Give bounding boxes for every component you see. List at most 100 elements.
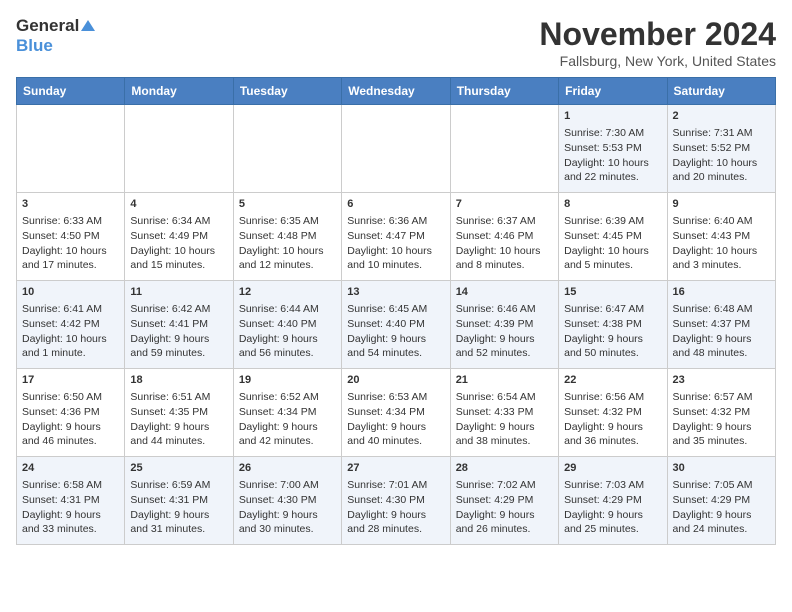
location: Fallsburg, New York, United States <box>539 53 776 69</box>
sunset-text: Sunset: 4:35 PM <box>130 405 227 420</box>
day-number: 20 <box>347 373 444 388</box>
sunset-text: Sunset: 4:43 PM <box>673 229 770 244</box>
calendar-cell: 2Sunrise: 7:31 AMSunset: 5:52 PMDaylight… <box>667 105 775 193</box>
sunset-text: Sunset: 4:29 PM <box>673 493 770 508</box>
calendar-cell: 19Sunrise: 6:52 AMSunset: 4:34 PMDayligh… <box>233 369 341 457</box>
daylight-text: Daylight: 9 hours and 59 minutes. <box>130 332 227 361</box>
calendar-cell: 11 Sunrise: 6:42 AMSunset: 4:41 PMDayligh… <box>125 281 233 369</box>
daylight-text: Daylight: 9 hours and 54 minutes. <box>347 332 444 361</box>
day-number: 16 <box>673 285 770 300</box>
weekday-header-friday: Friday <box>559 78 667 105</box>
month-title: November 2024 <box>539 16 776 53</box>
calendar-cell: 26Sunrise: 7:00 AMSunset: 4:30 PMDayligh… <box>233 457 341 545</box>
sunrise-text: Sunrise: 6:58 AM <box>22 478 119 493</box>
sunset-text: Sunset: 4:33 PM <box>456 405 553 420</box>
day-number: 9 <box>673 197 770 212</box>
sunrise-text: Sunrise: 6:57 AM <box>673 390 770 405</box>
day-number: 17 <box>22 373 119 388</box>
calendar-cell: 6Sunrise: 6:36 AMSunset: 4:47 PMDaylight… <box>342 193 450 281</box>
sunset-text: Sunset: 5:53 PM <box>564 141 661 156</box>
sunset-text: Sunset: 4:31 PM <box>22 493 119 508</box>
sunrise-text: Sunrise: 7:05 AM <box>673 478 770 493</box>
sunrise-text: Sunrise: 6:39 AM <box>564 214 661 229</box>
daylight-text: Daylight: 10 hours and 12 minutes. <box>239 244 336 273</box>
calendar-week-row: 3Sunrise: 6:33 AMSunset: 4:50 PMDaylight… <box>17 193 776 281</box>
sunrise-text: Sunrise: 6:40 AM <box>673 214 770 229</box>
day-number: 24 <box>22 461 119 476</box>
sunrise-text: Sunrise: 7:03 AM <box>564 478 661 493</box>
sunrise-text: Sunrise: 6:41 AM <box>22 302 119 317</box>
sunrise-text: Sunrise: 7:31 AM <box>673 126 770 141</box>
sunset-text: Sunset: 4:30 PM <box>239 493 336 508</box>
calendar-cell: 16Sunrise: 6:48 AMSunset: 4:37 PMDayligh… <box>667 281 775 369</box>
title-area: November 2024 Fallsburg, New York, Unite… <box>539 16 776 69</box>
sunset-text: Sunset: 4:36 PM <box>22 405 119 420</box>
sunset-text: Sunset: 4:29 PM <box>456 493 553 508</box>
day-number: 27 <box>347 461 444 476</box>
daylight-text: Daylight: 10 hours and 10 minutes. <box>347 244 444 273</box>
weekday-header-saturday: Saturday <box>667 78 775 105</box>
day-number: 10 <box>22 285 119 300</box>
day-number: 6 <box>347 197 444 212</box>
sunset-text: Sunset: 4:45 PM <box>564 229 661 244</box>
day-number: 13 <box>347 285 444 300</box>
sunrise-text: Sunrise: 7:02 AM <box>456 478 553 493</box>
sunrise-text: Sunrise: 6:33 AM <box>22 214 119 229</box>
weekday-header-row: SundayMondayTuesdayWednesdayThursdayFrid… <box>17 78 776 105</box>
daylight-text: Daylight: 9 hours and 24 minutes. <box>673 508 770 537</box>
calendar-cell <box>17 105 125 193</box>
day-number: 21 <box>456 373 553 388</box>
day-number: 1 <box>564 109 661 124</box>
day-number: 11 <box>130 285 227 300</box>
daylight-text: Daylight: 9 hours and 38 minutes. <box>456 420 553 449</box>
calendar-cell: 12Sunrise: 6:44 AMSunset: 4:40 PMDayligh… <box>233 281 341 369</box>
sunrise-text: Sunrise: 6:42 AM <box>130 302 227 317</box>
logo-general-text: General <box>16 16 79 36</box>
day-number: 3 <box>22 197 119 212</box>
sunset-text: Sunset: 4:30 PM <box>347 493 444 508</box>
daylight-text: Daylight: 9 hours and 30 minutes. <box>239 508 336 537</box>
day-number: 22 <box>564 373 661 388</box>
daylight-text: Daylight: 10 hours and 17 minutes. <box>22 244 119 273</box>
day-number: 28 <box>456 461 553 476</box>
calendar-cell: 1Sunrise: 7:30 AMSunset: 5:53 PMDaylight… <box>559 105 667 193</box>
calendar-cell: 29Sunrise: 7:03 AMSunset: 4:29 PMDayligh… <box>559 457 667 545</box>
daylight-text: Daylight: 9 hours and 42 minutes. <box>239 420 336 449</box>
sunset-text: Sunset: 4:34 PM <box>347 405 444 420</box>
calendar-cell: 27Sunrise: 7:01 AMSunset: 4:30 PMDayligh… <box>342 457 450 545</box>
calendar-cell: 10Sunrise: 6:41 AMSunset: 4:42 PMDayligh… <box>17 281 125 369</box>
sunrise-text: Sunrise: 6:34 AM <box>130 214 227 229</box>
calendar-cell: 23Sunrise: 6:57 AMSunset: 4:32 PMDayligh… <box>667 369 775 457</box>
daylight-text: Daylight: 10 hours and 8 minutes. <box>456 244 553 273</box>
calendar-cell <box>125 105 233 193</box>
daylight-text: Daylight: 10 hours and 22 minutes. <box>564 156 661 185</box>
calendar-week-row: 10Sunrise: 6:41 AMSunset: 4:42 PMDayligh… <box>17 281 776 369</box>
sunset-text: Sunset: 4:49 PM <box>130 229 227 244</box>
calendar-cell: 30 Sunrise: 7:05 AMSunset: 4:29 PMDayligh… <box>667 457 775 545</box>
daylight-text: Daylight: 9 hours and 50 minutes. <box>564 332 661 361</box>
calendar-week-row: 24 Sunrise: 6:58 AMSunset: 4:31 PM Dayligh… <box>17 457 776 545</box>
calendar-cell: 5Sunrise: 6:35 AMSunset: 4:48 PMDaylight… <box>233 193 341 281</box>
day-number: 29 <box>564 461 661 476</box>
sunset-text: Sunset: 4:41 PM <box>130 317 227 332</box>
calendar-cell: 9 Sunrise: 6:40 AMSunset: 4:43 PMDaylight… <box>667 193 775 281</box>
sunset-text: Sunset: 4:38 PM <box>564 317 661 332</box>
daylight-text: Daylight: 9 hours and 28 minutes. <box>347 508 444 537</box>
daylight-text: Daylight: 10 hours and 3 minutes. <box>673 244 770 273</box>
sunset-text: Sunset: 4:34 PM <box>239 405 336 420</box>
day-number: 15 <box>564 285 661 300</box>
daylight-text: Daylight: 9 hours and 46 minutes. <box>22 420 119 449</box>
daylight-text: Daylight: 9 hours and 40 minutes. <box>347 420 444 449</box>
calendar-cell <box>450 105 558 193</box>
daylight-text: Daylight: 9 hours and 52 minutes. <box>456 332 553 361</box>
day-number: 8 <box>564 197 661 212</box>
daylight-text: Daylight: 10 hours and 5 minutes. <box>564 244 661 273</box>
day-number: 4 <box>130 197 227 212</box>
daylight-text: Daylight: 10 hours and 1 minute. <box>22 332 119 361</box>
sunrise-text: Sunrise: 6:45 AM <box>347 302 444 317</box>
sunset-text: Sunset: 4:50 PM <box>22 229 119 244</box>
day-number: 30 <box>673 461 770 476</box>
sunset-text: Sunset: 5:52 PM <box>673 141 770 156</box>
sunrise-text: Sunrise: 6:50 AM <box>22 390 119 405</box>
daylight-text: Daylight: 9 hours and 35 minutes. <box>673 420 770 449</box>
